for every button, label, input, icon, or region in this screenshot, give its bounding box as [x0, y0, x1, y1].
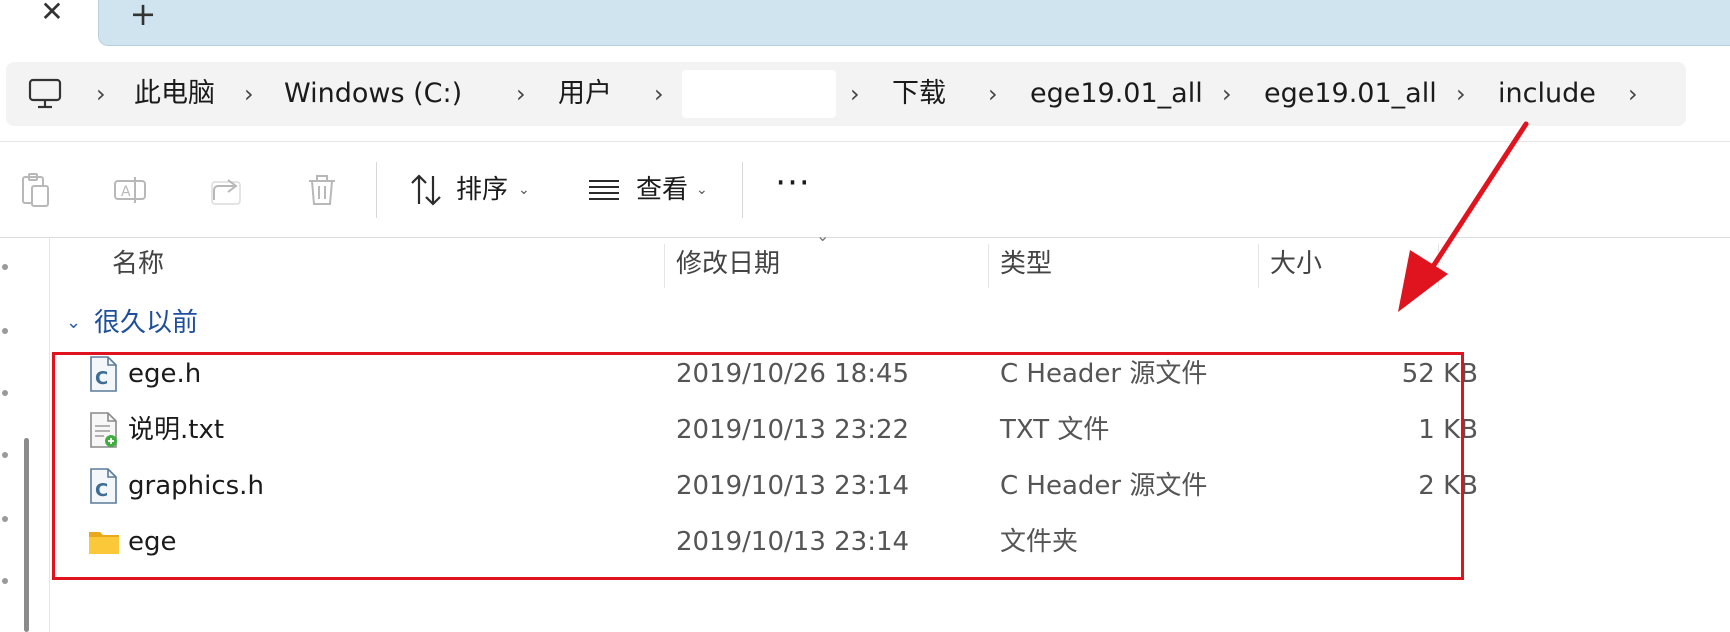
group-header-long-ago[interactable]: 很久以前	[94, 304, 198, 342]
column-divider[interactable]	[664, 244, 665, 288]
breadcrumb-include[interactable]: include	[1498, 62, 1596, 126]
view-button[interactable]: 查看	[636, 170, 688, 210]
breadcrumb-username-redacted[interactable]	[682, 70, 836, 118]
tab-bar: ✕ +	[0, 0, 1730, 46]
breadcrumb-windows-c[interactable]: Windows (C:)	[284, 62, 462, 126]
breadcrumb-separator[interactable]: ›	[516, 62, 526, 126]
column-divider[interactable]	[1258, 244, 1259, 288]
breadcrumb-users[interactable]: 用户	[558, 62, 612, 126]
breadcrumb-separator[interactable]: ›	[1456, 62, 1466, 126]
column-header-name[interactable]: 名称	[112, 238, 164, 290]
nav-scrollbar-thumb[interactable]	[24, 438, 29, 632]
sort-icon[interactable]	[408, 172, 444, 208]
this-pc-icon[interactable]	[28, 78, 62, 110]
breadcrumb-separator[interactable]: ›	[850, 62, 860, 126]
nav-expander-icon[interactable]	[2, 578, 8, 584]
share-icon[interactable]	[208, 172, 244, 208]
breadcrumb-separator[interactable]: ›	[654, 62, 664, 126]
column-divider[interactable]	[988, 244, 989, 288]
address-bar[interactable]: › 此电脑 › Windows (C:) › 用户 › › 下载 › ege19…	[6, 62, 1686, 126]
rename-icon[interactable]: A	[112, 172, 148, 208]
column-header-type[interactable]: 类型	[1000, 238, 1052, 290]
column-header-size[interactable]: 大小	[1270, 238, 1322, 290]
sort-button[interactable]: 排序	[456, 170, 508, 210]
breadcrumb-separator[interactable]: ›	[1222, 62, 1232, 126]
navigation-pane[interactable]	[0, 238, 50, 632]
new-tab-icon[interactable]: +	[129, 0, 157, 30]
nav-expander-icon[interactable]	[2, 264, 8, 270]
tab-strip: +	[98, 0, 1730, 46]
paste-icon[interactable]	[18, 172, 54, 208]
nav-expander-icon[interactable]	[2, 328, 8, 334]
active-tab[interactable]: ✕	[0, 0, 98, 46]
annotation-arrow-icon	[1398, 121, 1529, 312]
breadcrumb-ege-folder-1[interactable]: ege19.01_all	[1030, 62, 1203, 126]
svg-text:A: A	[121, 184, 131, 200]
breadcrumb-separator[interactable]: ›	[988, 62, 998, 126]
breadcrumb-this-pc[interactable]: 此电脑	[134, 62, 215, 126]
toolbar-divider	[376, 162, 377, 218]
breadcrumb-separator[interactable]: ›	[1628, 62, 1638, 126]
sort-chevron-down-icon[interactable]: ⌄	[518, 170, 530, 210]
close-tab-icon[interactable]: ✕	[40, 0, 64, 26]
breadcrumb-downloads[interactable]: 下载	[892, 62, 946, 126]
annotation-highlight-box	[52, 352, 1464, 580]
delete-icon[interactable]	[304, 172, 340, 208]
sort-indicator-icon: ⌄	[816, 226, 830, 245]
group-collapse-chevron-icon[interactable]: ⌄	[66, 308, 86, 338]
breadcrumb-ege-folder-2[interactable]: ege19.01_all	[1264, 62, 1437, 126]
nav-expander-icon[interactable]	[2, 390, 8, 396]
more-options-icon[interactable]: ···	[772, 166, 814, 208]
view-chevron-down-icon[interactable]: ⌄	[696, 170, 708, 210]
toolbar-divider	[742, 162, 743, 218]
nav-expander-icon[interactable]	[2, 516, 8, 522]
breadcrumb-separator[interactable]: ›	[96, 62, 106, 126]
breadcrumb-separator[interactable]: ›	[244, 62, 254, 126]
column-header-date[interactable]: 修改日期	[676, 238, 780, 290]
view-icon[interactable]	[586, 172, 622, 208]
nav-expander-icon[interactable]	[2, 452, 8, 458]
